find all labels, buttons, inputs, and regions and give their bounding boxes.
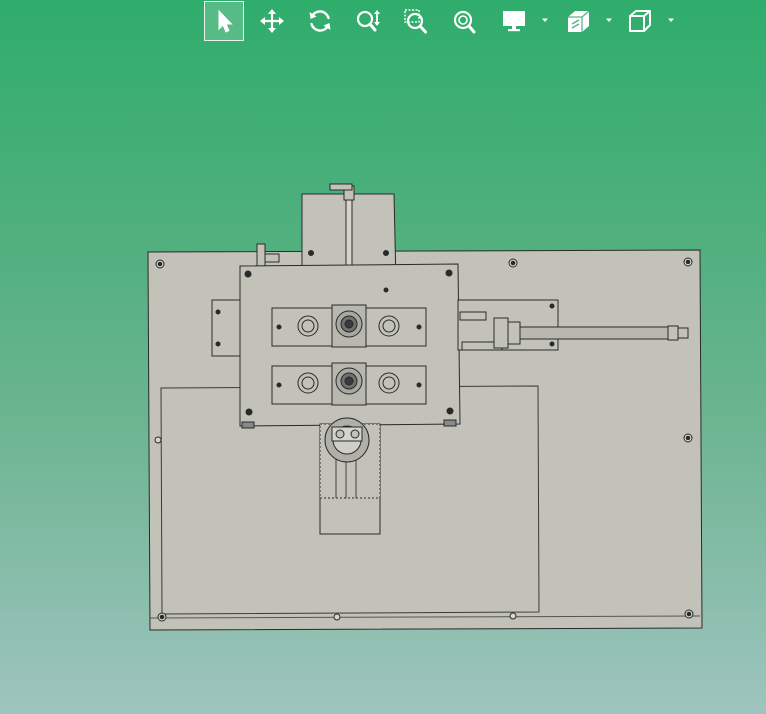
3d-viewport[interactable]	[0, 0, 766, 714]
cad-model[interactable]	[0, 0, 766, 714]
pneumatic-cylinder	[519, 326, 671, 340]
